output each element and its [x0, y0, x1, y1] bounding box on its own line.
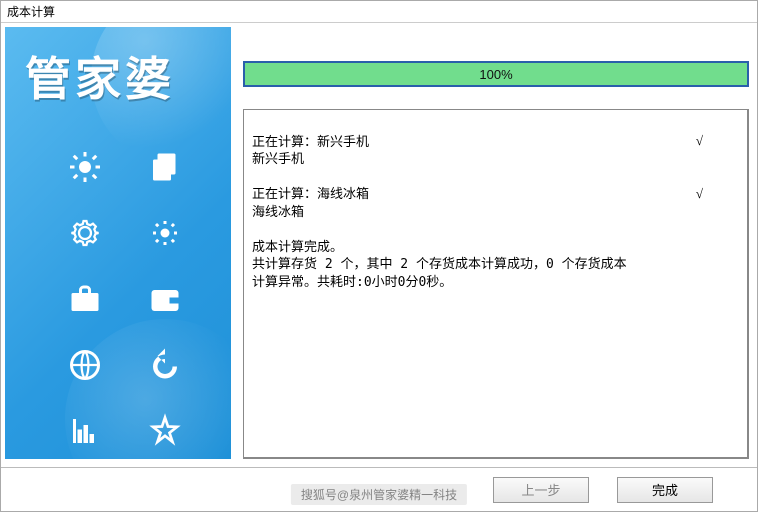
undo-icon [135, 335, 195, 395]
log-output: 正在计算：新兴手机 新兴手机√ 正在计算：海线冰箱 海线冰箱√ 成本计算完成。 … [243, 109, 749, 459]
sun-icon [55, 137, 115, 197]
wallet-icon [135, 269, 195, 329]
side-panel: 管家婆 [5, 27, 231, 459]
globe-icon [55, 335, 115, 395]
check-icon: √ [696, 132, 703, 150]
brand-logo: 管家婆 [25, 43, 175, 109]
window-title: 成本计算 [1, 1, 757, 23]
progress-bar: 100% [243, 61, 749, 87]
copy-icon [135, 137, 195, 197]
prev-button[interactable]: 上一步 [493, 477, 589, 503]
finish-button[interactable]: 完成 [617, 477, 713, 503]
footer-bar: 上一步 完成 [1, 467, 757, 511]
chart-icon [55, 401, 115, 459]
progress-label: 100% [479, 67, 512, 82]
main-panel: 100% 正在计算：新兴手机 新兴手机√ 正在计算：海线冰箱 海线冰箱√ 成本计… [243, 27, 749, 459]
gear-small-icon [135, 203, 195, 263]
decorative-icon-grid [55, 137, 195, 459]
star-icon [135, 401, 195, 459]
briefcase-icon [55, 269, 115, 329]
check-icon: √ [696, 185, 703, 203]
content-area: 管家婆 100% 正在计算：新兴手机 新兴手机√ 正在计算：海线冰箱 海线冰箱√… [1, 23, 757, 467]
gear-icon [55, 203, 115, 263]
